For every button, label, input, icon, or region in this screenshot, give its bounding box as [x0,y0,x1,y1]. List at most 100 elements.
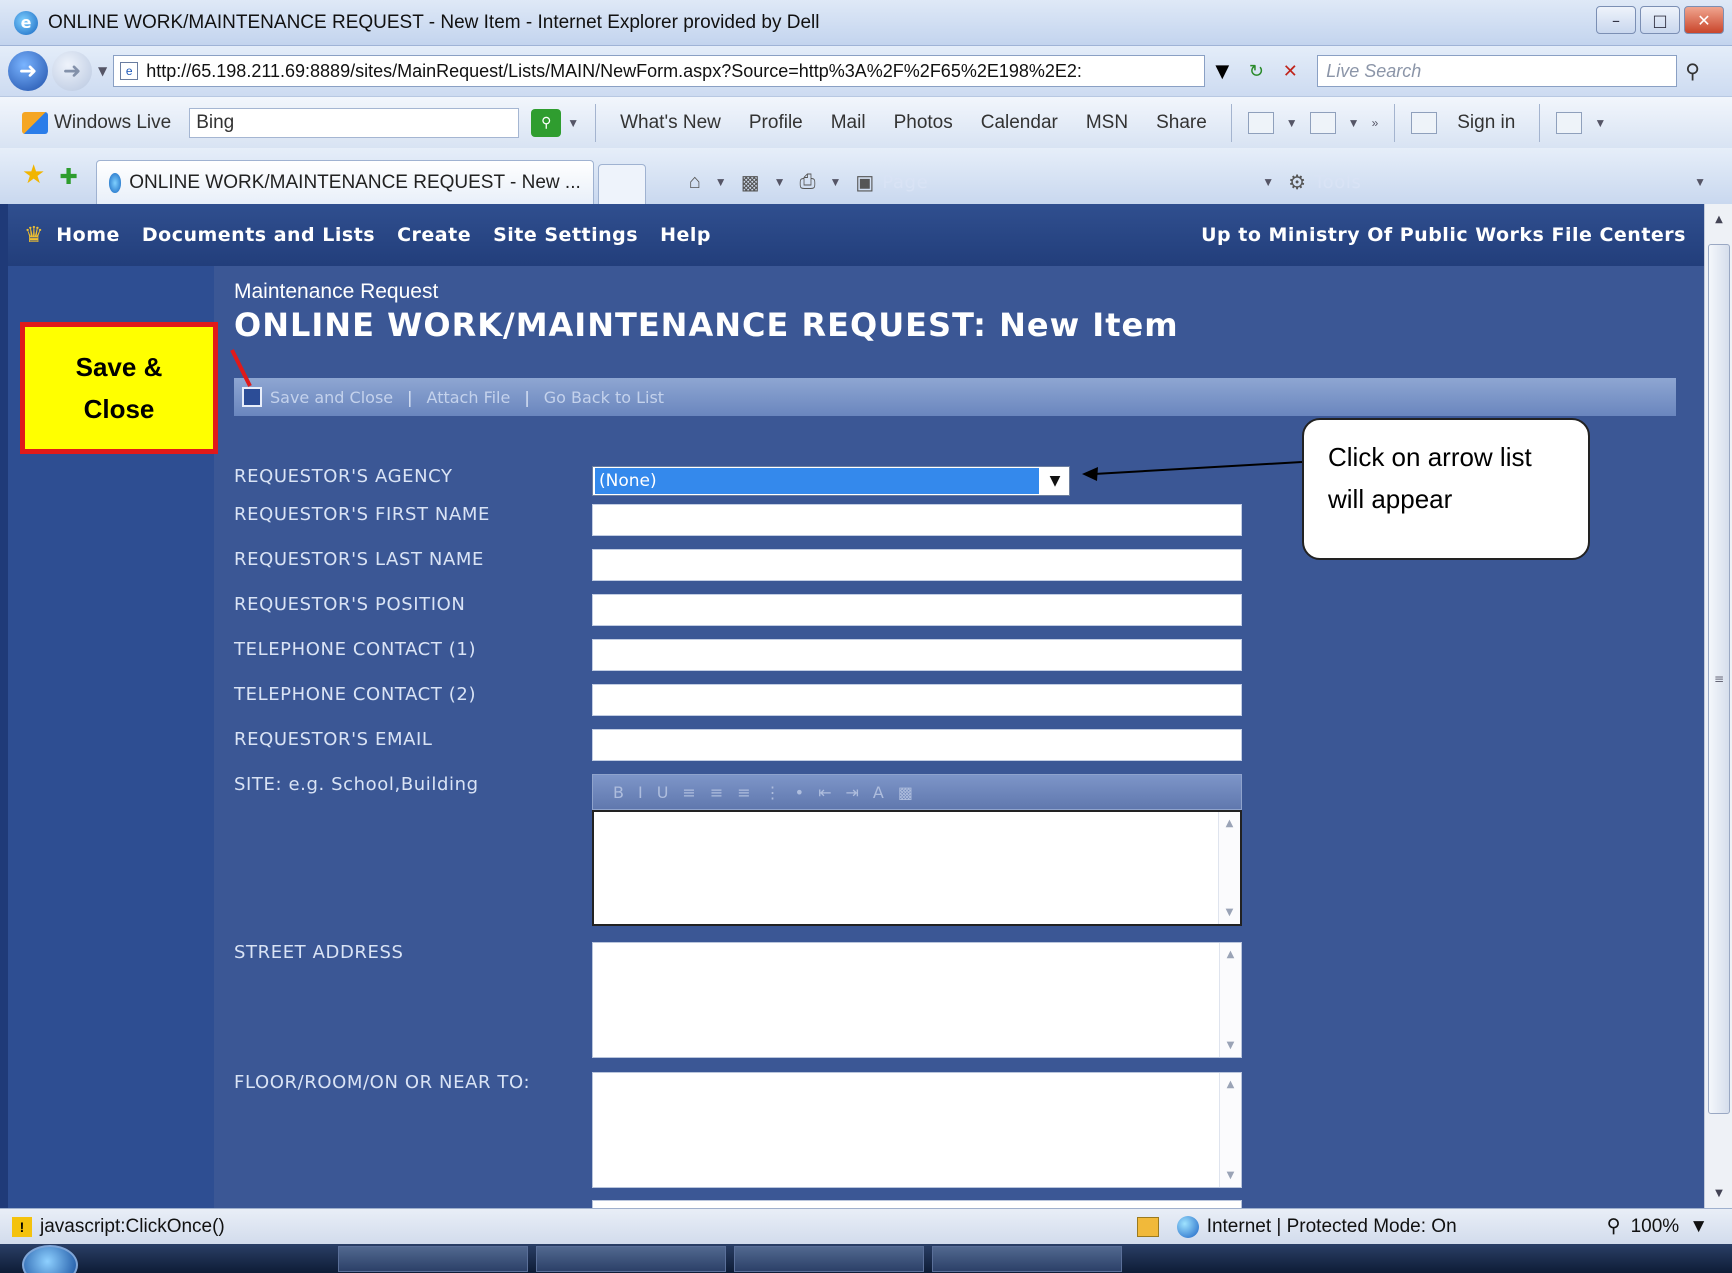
position-field[interactable] [592,594,1242,626]
agency-select[interactable]: (None) ▼ [592,466,1070,496]
taskbar-item[interactable] [536,1245,726,1272]
maximize-button[interactable]: □ [1640,6,1680,34]
taskbar-item-active[interactable] [932,1245,1122,1272]
site-textarea[interactable]: ▲ ▼ [592,810,1242,926]
street-address-textarea[interactable]: ▲ ▼ [592,942,1242,1058]
site-home-icon[interactable]: ♛ [24,223,44,248]
scroll-up-icon[interactable]: ▲ [1705,208,1732,230]
close-window-button[interactable]: ✕ [1684,6,1724,34]
floor-room-textarea[interactable]: ▲ ▼ [592,1072,1242,1188]
add-favorites-icon[interactable]: ✚ [59,164,77,190]
textarea-scrollbar[interactable]: ▲ ▼ [1219,1073,1241,1187]
phone1-field[interactable] [592,639,1242,671]
live-link-msn[interactable]: MSN [1086,112,1128,134]
refresh-icon[interactable]: ↻ [1239,55,1273,87]
sign-in-link[interactable]: Sign in [1457,112,1515,134]
description-textarea[interactable] [592,1200,1242,1208]
live-search-input[interactable]: Live Search [1317,55,1678,87]
home-dropdown-icon[interactable]: ▼ [715,175,727,189]
nav-help[interactable]: Help [660,224,711,246]
feeds-dropdown-icon[interactable]: ▼ [774,175,786,189]
feeds-dropdown-icon[interactable]: ▼ [1286,116,1298,130]
security-zone[interactable]: Internet | Protected Mode: On [1136,1215,1457,1238]
live-link-photos[interactable]: Photos [894,112,953,134]
minimize-button[interactable]: – [1596,6,1636,34]
text-color-icon[interactable]: A [873,783,884,802]
align-right-icon[interactable]: ≡ [737,783,750,802]
align-center-icon[interactable]: ≡ [710,783,723,802]
stop-icon[interactable]: ✕ [1273,55,1307,87]
print-icon[interactable]: ⎙ [799,171,815,194]
phone2-field[interactable] [592,684,1242,716]
textarea-scrollbar[interactable]: ▲ ▼ [1218,812,1240,924]
align-left-icon[interactable]: ≡ [682,783,695,802]
bing-search-input[interactable]: Bing [189,107,520,138]
windows-live-brand[interactable]: Windows Live [54,112,171,134]
page-scrollbar[interactable]: ▲ ≡ ▼ [1704,204,1732,1208]
messenger-icon[interactable] [1309,111,1336,134]
bing-search-go-icon[interactable]: ⚲ [531,108,562,137]
bing-dropdown-icon[interactable]: ▼ [567,116,579,130]
italic-icon[interactable]: I [638,783,643,802]
nav-create[interactable]: Create [397,224,471,246]
underline-icon[interactable]: U [657,783,669,802]
feeds-icon[interactable] [1247,111,1274,134]
live-link-whats-new[interactable]: What's New [620,112,721,134]
chevron-down-icon[interactable]: ▼ [1041,468,1069,494]
last-name-field[interactable] [592,549,1242,581]
zoom-control[interactable]: ⚲ 100% ▼ [1607,1215,1708,1238]
first-name-field[interactable] [592,504,1242,536]
textarea-scrollbar[interactable]: ▲ ▼ [1219,943,1241,1057]
nav-site-settings[interactable]: Site Settings [493,224,638,246]
nav-home[interactable]: Home [56,224,120,246]
increase-indent-icon[interactable]: ⇥ [845,783,858,802]
live-link-share[interactable]: Share [1156,112,1207,134]
page-menu[interactable]: Page [882,172,1240,193]
start-button[interactable] [22,1244,78,1273]
live-link-profile[interactable]: Profile [749,112,803,134]
search-icon[interactable]: ⚲ [1685,59,1700,83]
save-and-close-button[interactable]: Save and Close [270,388,393,407]
zoom-dropdown-icon[interactable]: ▼ [1689,1216,1708,1238]
field-row-agency: REQUESTOR'S AGENCY (None) ▼ [234,466,1070,496]
agency-selected-value[interactable]: (None) [595,468,1039,494]
user-avatar-icon[interactable] [1556,111,1583,134]
home-icon[interactable]: ⌂ [689,171,701,194]
history-dropdown-icon[interactable]: ▼ [98,64,107,78]
print-dropdown-icon[interactable]: ▼ [829,175,841,189]
address-bar[interactable]: e http://65.198.211.69:8889/sites/MainRe… [113,55,1206,87]
forward-button[interactable]: ➜ [52,51,92,91]
browser-tab-active[interactable]: ONLINE WORK/MAINTENANCE REQUEST - New ..… [95,160,594,204]
up-to-parent-link[interactable]: Up to Ministry Of Public Works File Cent… [1201,224,1686,246]
avatar-dropdown-icon[interactable]: ▼ [1594,116,1606,130]
email-field[interactable] [592,729,1242,761]
bullet-list-icon[interactable]: • [795,783,804,802]
decrease-indent-icon[interactable]: ⇤ [818,783,831,802]
messenger-dropdown-icon[interactable]: ▼ [1348,116,1360,130]
background-color-icon[interactable]: ▩ [898,783,913,802]
tools-menu[interactable]: Tools [1314,172,1672,193]
url-text[interactable]: http://65.198.211.69:8889/sites/MainRequ… [146,61,1082,82]
favorites-star-icon[interactable]: ★ [22,159,45,190]
tools-dropdown-icon[interactable]: ▼ [1694,175,1706,189]
scrollbar-thumb[interactable]: ≡ [1708,244,1730,1114]
taskbar-item[interactable] [338,1245,528,1272]
sign-in-checkbox-icon[interactable] [1411,111,1438,134]
more-chevron-icon[interactable]: » [1372,116,1379,130]
bold-icon[interactable]: B [613,783,624,802]
feeds-icon[interactable]: ▩ [741,170,760,195]
nav-documents-and-lists[interactable]: Documents and Lists [142,224,375,246]
new-tab-button[interactable] [597,164,646,204]
attach-file-button[interactable]: Attach File [427,388,511,407]
url-dropdown-icon[interactable]: ▼ [1205,55,1239,87]
go-back-to-list-button[interactable]: Go Back to List [544,388,664,407]
live-link-calendar[interactable]: Calendar [981,112,1058,134]
live-link-mail[interactable]: Mail [831,112,866,134]
page-dropdown-icon[interactable]: ▼ [1262,175,1274,189]
back-button[interactable]: ➜ [8,51,48,91]
breadcrumb[interactable]: Maintenance Request [234,280,438,304]
save-icon[interactable] [242,387,262,407]
numbered-list-icon[interactable]: ⋮ [765,783,781,802]
taskbar-item[interactable] [734,1245,924,1272]
scroll-down-icon[interactable]: ▼ [1705,1182,1732,1204]
